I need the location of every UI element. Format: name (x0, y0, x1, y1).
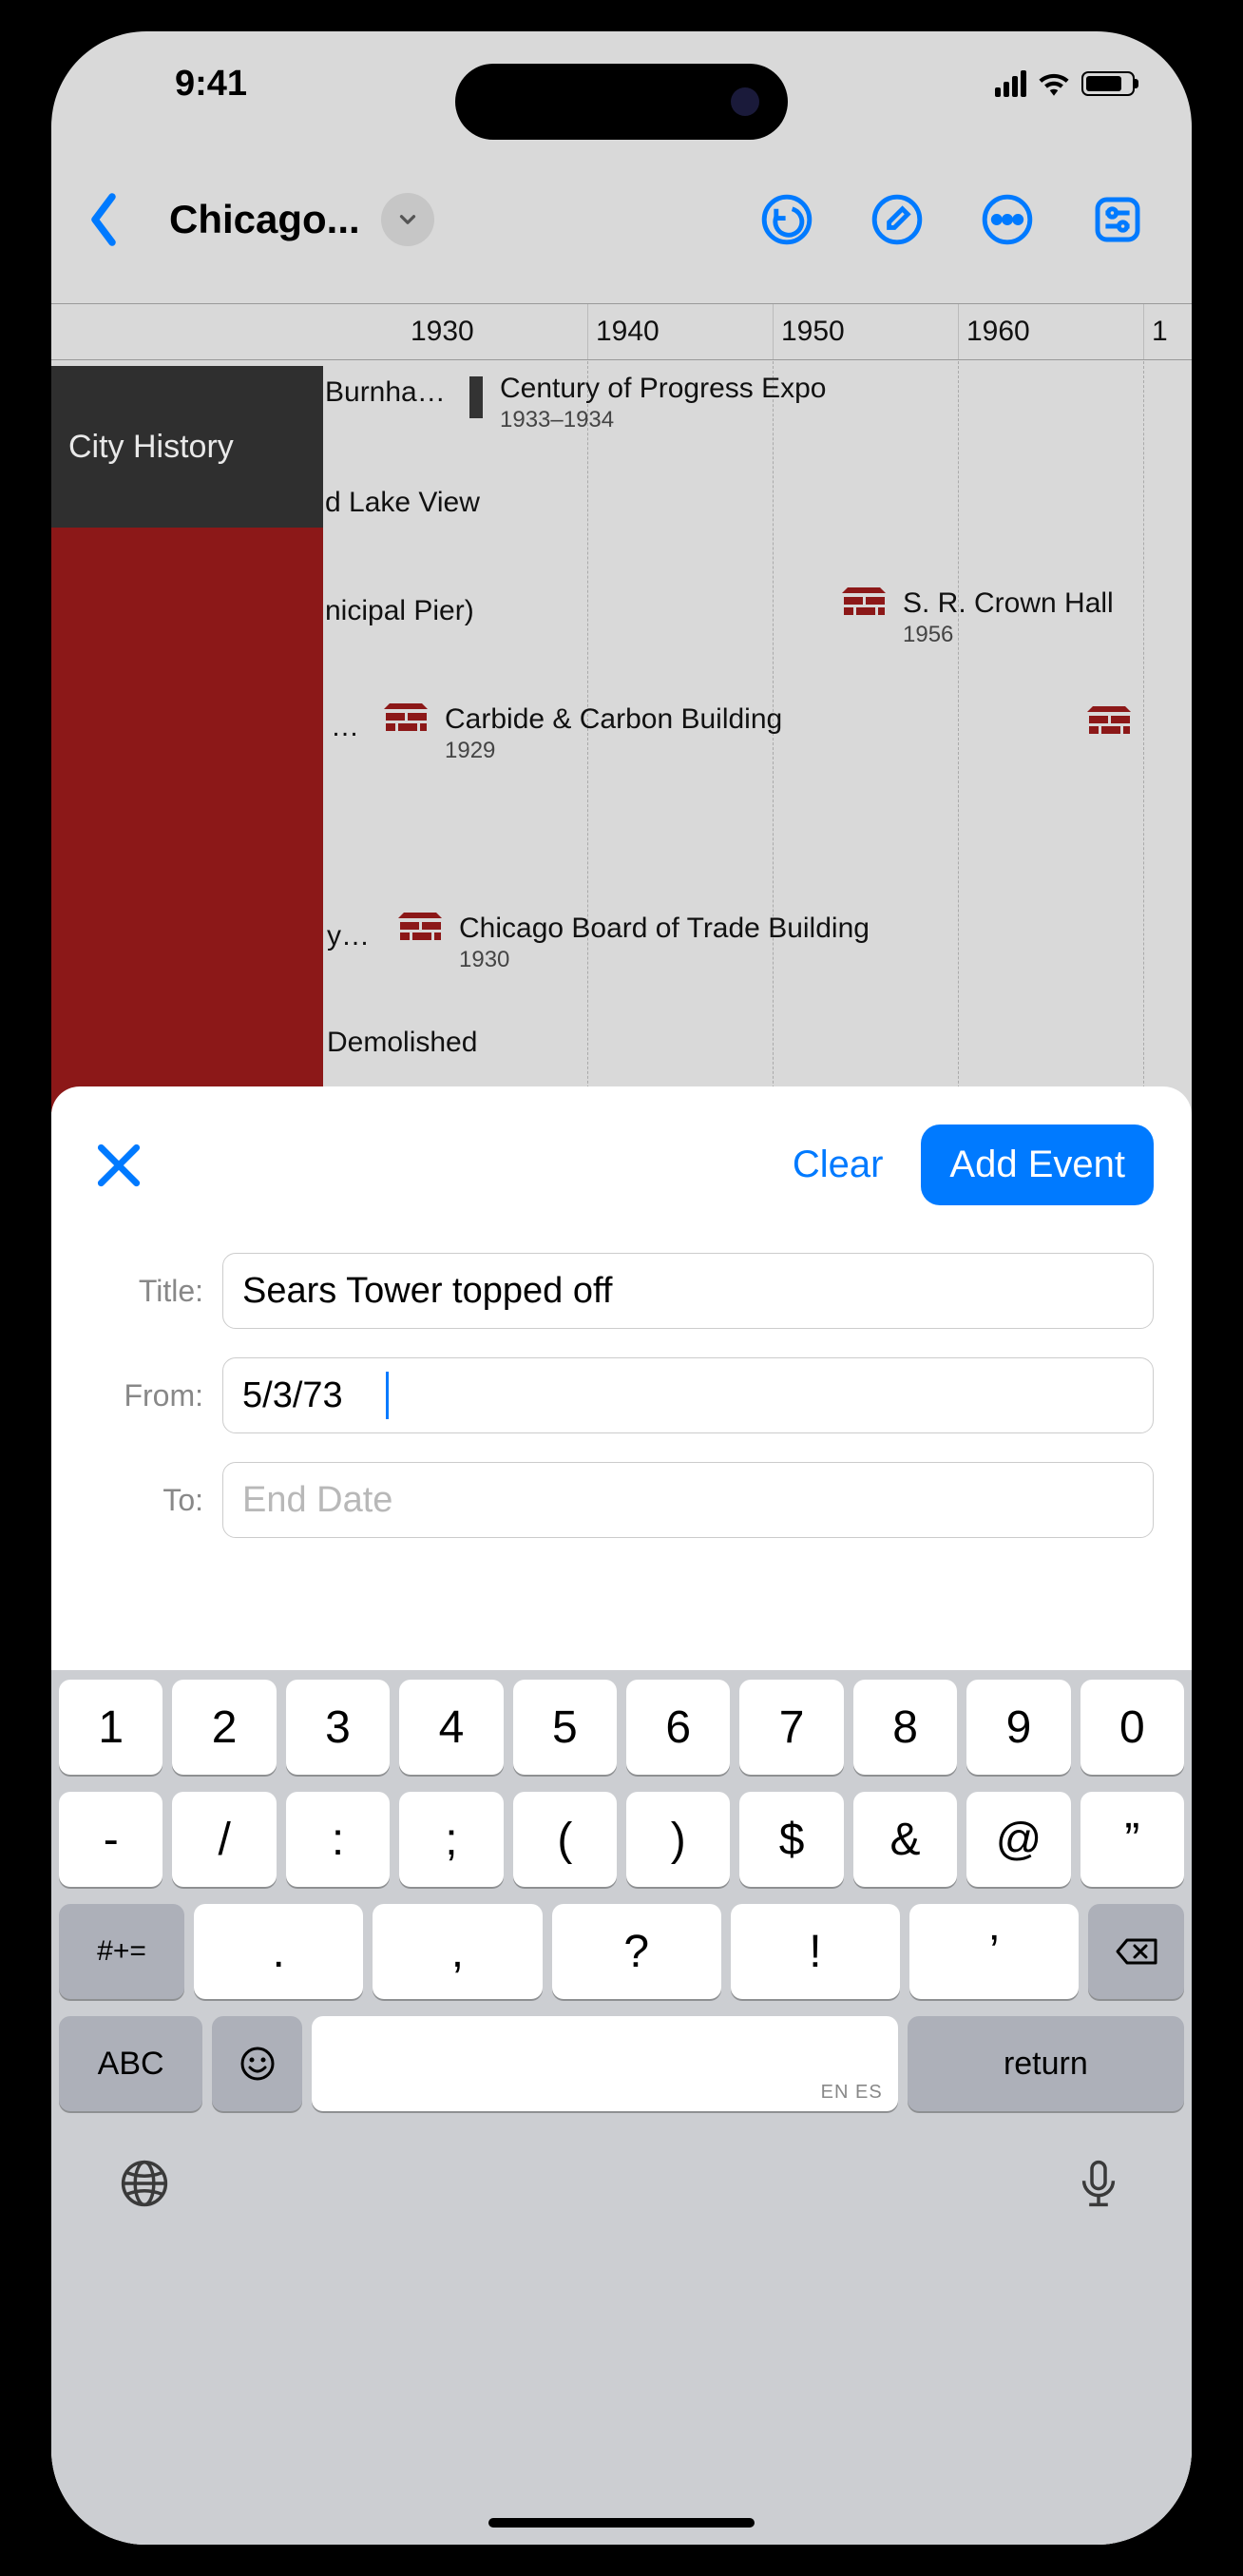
key[interactable]: 9 (966, 1680, 1070, 1775)
event-marker (469, 376, 483, 418)
key[interactable]: ? (552, 1904, 721, 1999)
key[interactable]: 2 (172, 1680, 276, 1775)
to-date-input[interactable] (222, 1462, 1154, 1538)
microphone-icon[interactable] (1072, 2157, 1125, 2210)
timeline-event[interactable]: S. R. Crown Hall 1956 (842, 587, 1114, 648)
dynamic-island (455, 64, 788, 140)
add-event-button[interactable]: Add Event (921, 1125, 1154, 1205)
compose-button[interactable] (870, 193, 924, 246)
key[interactable]: 7 (739, 1680, 843, 1775)
key[interactable]: ! (731, 1904, 900, 1999)
brick-icon (842, 587, 886, 622)
abc-key[interactable]: ABC (59, 2016, 202, 2111)
shift-key[interactable]: #+= (59, 1904, 184, 1999)
wifi-icon (1038, 71, 1070, 96)
backspace-key[interactable] (1088, 1904, 1184, 1999)
globe-icon[interactable] (118, 2157, 171, 2210)
ruler-tick: 1950 (774, 304, 959, 359)
clear-button[interactable]: Clear (793, 1144, 884, 1186)
add-event-sheet: Clear Add Event Title: From: To: (51, 1086, 1192, 2545)
key[interactable]: & (853, 1792, 957, 1887)
keyboard: 1234567890 -/:;()$&@” #+= . , ? ! ’ (51, 1670, 1192, 2545)
emoji-icon (239, 2045, 277, 2083)
back-button[interactable] (80, 191, 127, 248)
timeline-event[interactable]: Century of Progress Expo 1933–1934 (469, 373, 827, 433)
key[interactable]: 0 (1080, 1680, 1184, 1775)
event-title: S. R. Crown Hall (903, 587, 1114, 620)
cellular-signal-icon (995, 70, 1026, 97)
undo-button[interactable] (760, 193, 813, 246)
brick-icon (1087, 706, 1131, 740)
key[interactable]: . (194, 1904, 363, 1999)
title-input[interactable] (222, 1253, 1154, 1329)
key[interactable]: ’ (909, 1904, 1079, 1999)
key[interactable]: / (172, 1792, 276, 1887)
key[interactable]: ” (1080, 1792, 1184, 1887)
emoji-key[interactable] (212, 2016, 302, 2111)
event-title: Chicago Board of Trade Building (459, 913, 870, 945)
navigation-bar: Chicago... (51, 136, 1192, 303)
key[interactable]: - (59, 1792, 163, 1887)
timeline-event[interactable]: y… (327, 920, 370, 952)
title-label: Title: (89, 1274, 203, 1309)
title-dropdown[interactable] (381, 193, 434, 246)
key[interactable]: 3 (286, 1680, 390, 1775)
close-button[interactable] (89, 1136, 148, 1195)
key[interactable]: ; (399, 1792, 503, 1887)
key[interactable]: $ (739, 1792, 843, 1887)
text-cursor (386, 1372, 389, 1419)
space-lang-hint: EN ES (821, 2082, 883, 2104)
ruler-tick: 1940 (588, 304, 774, 359)
key[interactable]: 1 (59, 1680, 163, 1775)
key[interactable]: @ (966, 1792, 1070, 1887)
event-subtitle: 1929 (445, 738, 782, 764)
status-time: 9:41 (108, 64, 247, 105)
brick-icon (384, 703, 428, 738)
key[interactable]: 6 (626, 1680, 730, 1775)
more-button[interactable] (981, 193, 1034, 246)
key[interactable]: : (286, 1792, 390, 1887)
page-title[interactable]: Chicago... (169, 197, 360, 242)
timeline-event[interactable]: nicipal Pier) (325, 595, 474, 627)
section-body (51, 528, 323, 1112)
timeline-canvas[interactable]: City History Burnha… Century of Progress… (51, 361, 1192, 1112)
event-title: Carbide & Carbon Building (445, 703, 782, 736)
timeline-event[interactable]: Burnha… (325, 376, 458, 409)
home-indicator[interactable] (488, 2518, 755, 2528)
to-label: To: (89, 1483, 203, 1518)
timeline-event[interactable]: Chicago Board of Trade Building 1930 (398, 913, 870, 973)
event-title: Century of Progress Expo (500, 373, 827, 405)
from-date-input[interactable] (222, 1357, 1154, 1433)
ruler-tick: 1930 (403, 304, 588, 359)
event-subtitle: 1933–1934 (500, 407, 827, 433)
event-subtitle: 1930 (459, 947, 870, 973)
timeline-event[interactable]: d Lake View (325, 487, 480, 519)
key[interactable]: , (373, 1904, 542, 1999)
timeline-ruler[interactable]: 1930 1940 1950 1960 1 (51, 303, 1192, 360)
event-subtitle: 1956 (903, 622, 1114, 648)
space-key[interactable]: EN ES (312, 2016, 897, 2111)
chevron-down-icon (395, 207, 420, 232)
section-label: City History (68, 429, 234, 466)
brick-icon (398, 913, 442, 947)
key[interactable]: ( (513, 1792, 617, 1887)
key[interactable]: 4 (399, 1680, 503, 1775)
section-header[interactable]: City History (51, 366, 323, 528)
timeline-event[interactable]: Demolished (327, 1027, 477, 1059)
filters-button[interactable] (1091, 193, 1144, 246)
from-label: From: (89, 1378, 203, 1413)
return-key[interactable]: return (908, 2016, 1184, 2111)
ruler-tick: 1 (1144, 304, 1192, 359)
ruler-tick: 1960 (959, 304, 1144, 359)
battery-icon (1081, 71, 1135, 96)
key[interactable]: 5 (513, 1680, 617, 1775)
backspace-icon (1114, 1936, 1159, 1967)
key[interactable]: ) (626, 1792, 730, 1887)
key[interactable]: 8 (853, 1680, 957, 1775)
timeline-event[interactable]: … Carbide & Carbon Building 1929 (384, 703, 782, 764)
